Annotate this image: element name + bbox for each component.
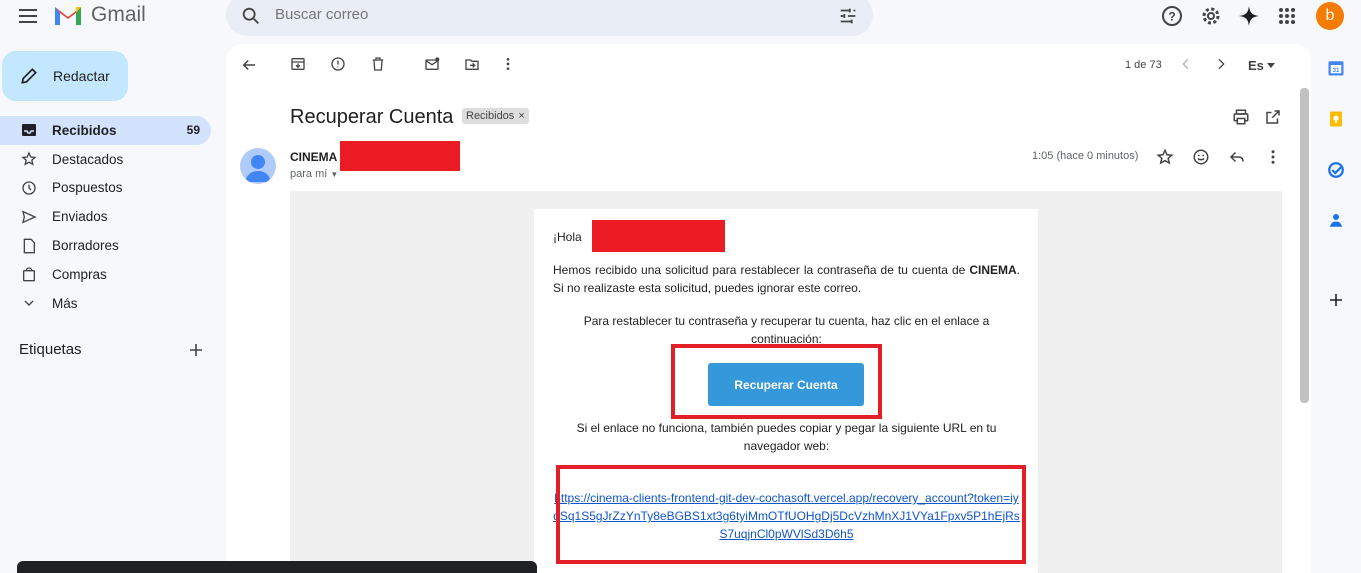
star-icon[interactable] (1156, 148, 1174, 166)
send-icon (21, 209, 37, 225)
search-input[interactable] (275, 6, 795, 23)
greeting-text: ¡Hola (553, 230, 586, 245)
back-arrow-icon[interactable] (240, 56, 258, 74)
app-name: Gmail (91, 3, 146, 26)
svg-text:?: ? (1168, 10, 1175, 24)
input-tools-button[interactable]: Es (1248, 58, 1275, 73)
apps-grid-icon[interactable] (1275, 4, 1299, 28)
sidebar-item-label: Pospuestos (52, 180, 123, 196)
top-bar: Gmail ? b (0, 0, 1361, 36)
minimized-window-bar[interactable] (17, 561, 537, 573)
mark-unread-icon[interactable] (424, 56, 440, 72)
chevron-left-icon[interactable] (1178, 56, 1194, 72)
brand-name: CINEMA (969, 263, 1017, 277)
message-view: 1 de 73 Es Recuperar Cuenta Recibidos × … (226, 44, 1311, 573)
message-toolbar: 1 de 73 Es (226, 44, 1311, 86)
sidebar-item-label: Compras (52, 266, 107, 282)
settings-icon[interactable] (1199, 4, 1223, 28)
email-paragraph: Para restablecer tu contraseña y recuper… (583, 314, 990, 346)
sender-name: CINEMA (290, 150, 338, 164)
sidebar-item-more[interactable]: Más (0, 289, 211, 318)
star-icon (21, 151, 37, 167)
add-addon-icon[interactable] (1327, 291, 1345, 309)
clock-icon (21, 180, 37, 196)
bag-icon (21, 266, 37, 282)
sidebar-item-label: Borradores (52, 238, 119, 254)
menu-icon[interactable] (16, 4, 40, 28)
email-paragraph: Hemos recibido una solicitud para restab… (553, 261, 1020, 297)
sidebar-item-starred[interactable]: Destacados (0, 145, 211, 174)
sidebar-item-snoozed[interactable]: Pospuestos (0, 174, 211, 203)
keep-icon[interactable] (1327, 110, 1345, 128)
draft-icon (21, 238, 37, 254)
sidebar-item-label: Destacados (52, 151, 124, 167)
svg-text:31: 31 (1333, 68, 1340, 74)
search-icon[interactable] (240, 5, 262, 27)
compose-button[interactable]: Redactar (2, 51, 128, 101)
help-icon[interactable]: ? (1160, 4, 1184, 28)
sidebar-item-label: Enviados (52, 209, 108, 225)
compose-label: Redactar (53, 68, 110, 84)
pencil-icon (19, 66, 39, 86)
caret-down-icon (1266, 62, 1275, 69)
label-chip-text: Recibidos (466, 110, 515, 122)
highlight-box (671, 344, 882, 419)
delete-icon[interactable] (370, 56, 386, 72)
emoji-icon[interactable] (1192, 148, 1210, 166)
message-time: 1:05 (hace 0 minutos) (1032, 150, 1139, 162)
sender-avatar[interactable] (240, 148, 276, 184)
scrollbar[interactable] (1300, 88, 1309, 403)
labels-title: Etiquetas (19, 341, 82, 358)
move-to-icon[interactable] (464, 56, 480, 72)
sidebar-item-inbox[interactable]: Recibidos 59 (0, 116, 211, 145)
inbox-icon (21, 122, 37, 138)
sidebar-item-label: Recibidos (52, 122, 117, 138)
message-subject: Recuperar Cuenta (290, 106, 454, 128)
highlight-box (556, 465, 1026, 564)
report-spam-icon[interactable] (330, 56, 346, 72)
labels-heading: Etiquetas (19, 341, 204, 358)
account-avatar[interactable]: b (1316, 2, 1344, 30)
tasks-icon[interactable] (1327, 161, 1345, 179)
recipient-line[interactable]: para mí ▼ (290, 168, 338, 180)
email-paragraph: Si el enlace no funciona, también puedes… (576, 421, 997, 453)
sidebar-item-purchases[interactable]: Compras (0, 260, 211, 289)
more-vert-icon[interactable] (1264, 148, 1282, 166)
print-icon[interactable] (1232, 108, 1250, 126)
close-icon[interactable]: × (518, 110, 524, 122)
gemini-icon[interactable] (1237, 4, 1261, 28)
search-options-icon[interactable] (837, 5, 859, 27)
more-vert-icon[interactable] (500, 56, 516, 72)
input-tools-label: Es (1248, 58, 1264, 73)
calendar-icon[interactable]: 31 (1327, 59, 1345, 77)
archive-icon[interactable] (290, 56, 306, 72)
gmail-logo[interactable]: Gmail (53, 3, 146, 27)
chevron-right-icon[interactable] (1213, 56, 1229, 72)
paragraph-text: Hemos recibido una solicitud para restab… (553, 263, 970, 277)
sidebar-item-drafts[interactable]: Borradores (0, 231, 211, 260)
page-count: 1 de 73 (1125, 59, 1162, 71)
add-label-icon[interactable] (188, 342, 204, 358)
sidebar-item-sent[interactable]: Enviados (0, 202, 211, 231)
recipient-text: para mí (290, 168, 328, 180)
contacts-icon[interactable] (1327, 211, 1345, 229)
reply-icon[interactable] (1228, 148, 1246, 166)
redaction-mark (340, 141, 460, 171)
unread-count: 59 (186, 123, 200, 138)
chevron-down-icon (21, 295, 37, 311)
sidebar-item-label: Más (52, 295, 78, 311)
sidebar-nav: Recibidos 59 Destacados Pospuestos Envia… (0, 116, 211, 318)
open-new-window-icon[interactable] (1264, 108, 1282, 126)
label-chip[interactable]: Recibidos × (462, 108, 529, 124)
redaction-mark (592, 220, 725, 252)
caret-down-icon: ▼ (330, 170, 339, 179)
